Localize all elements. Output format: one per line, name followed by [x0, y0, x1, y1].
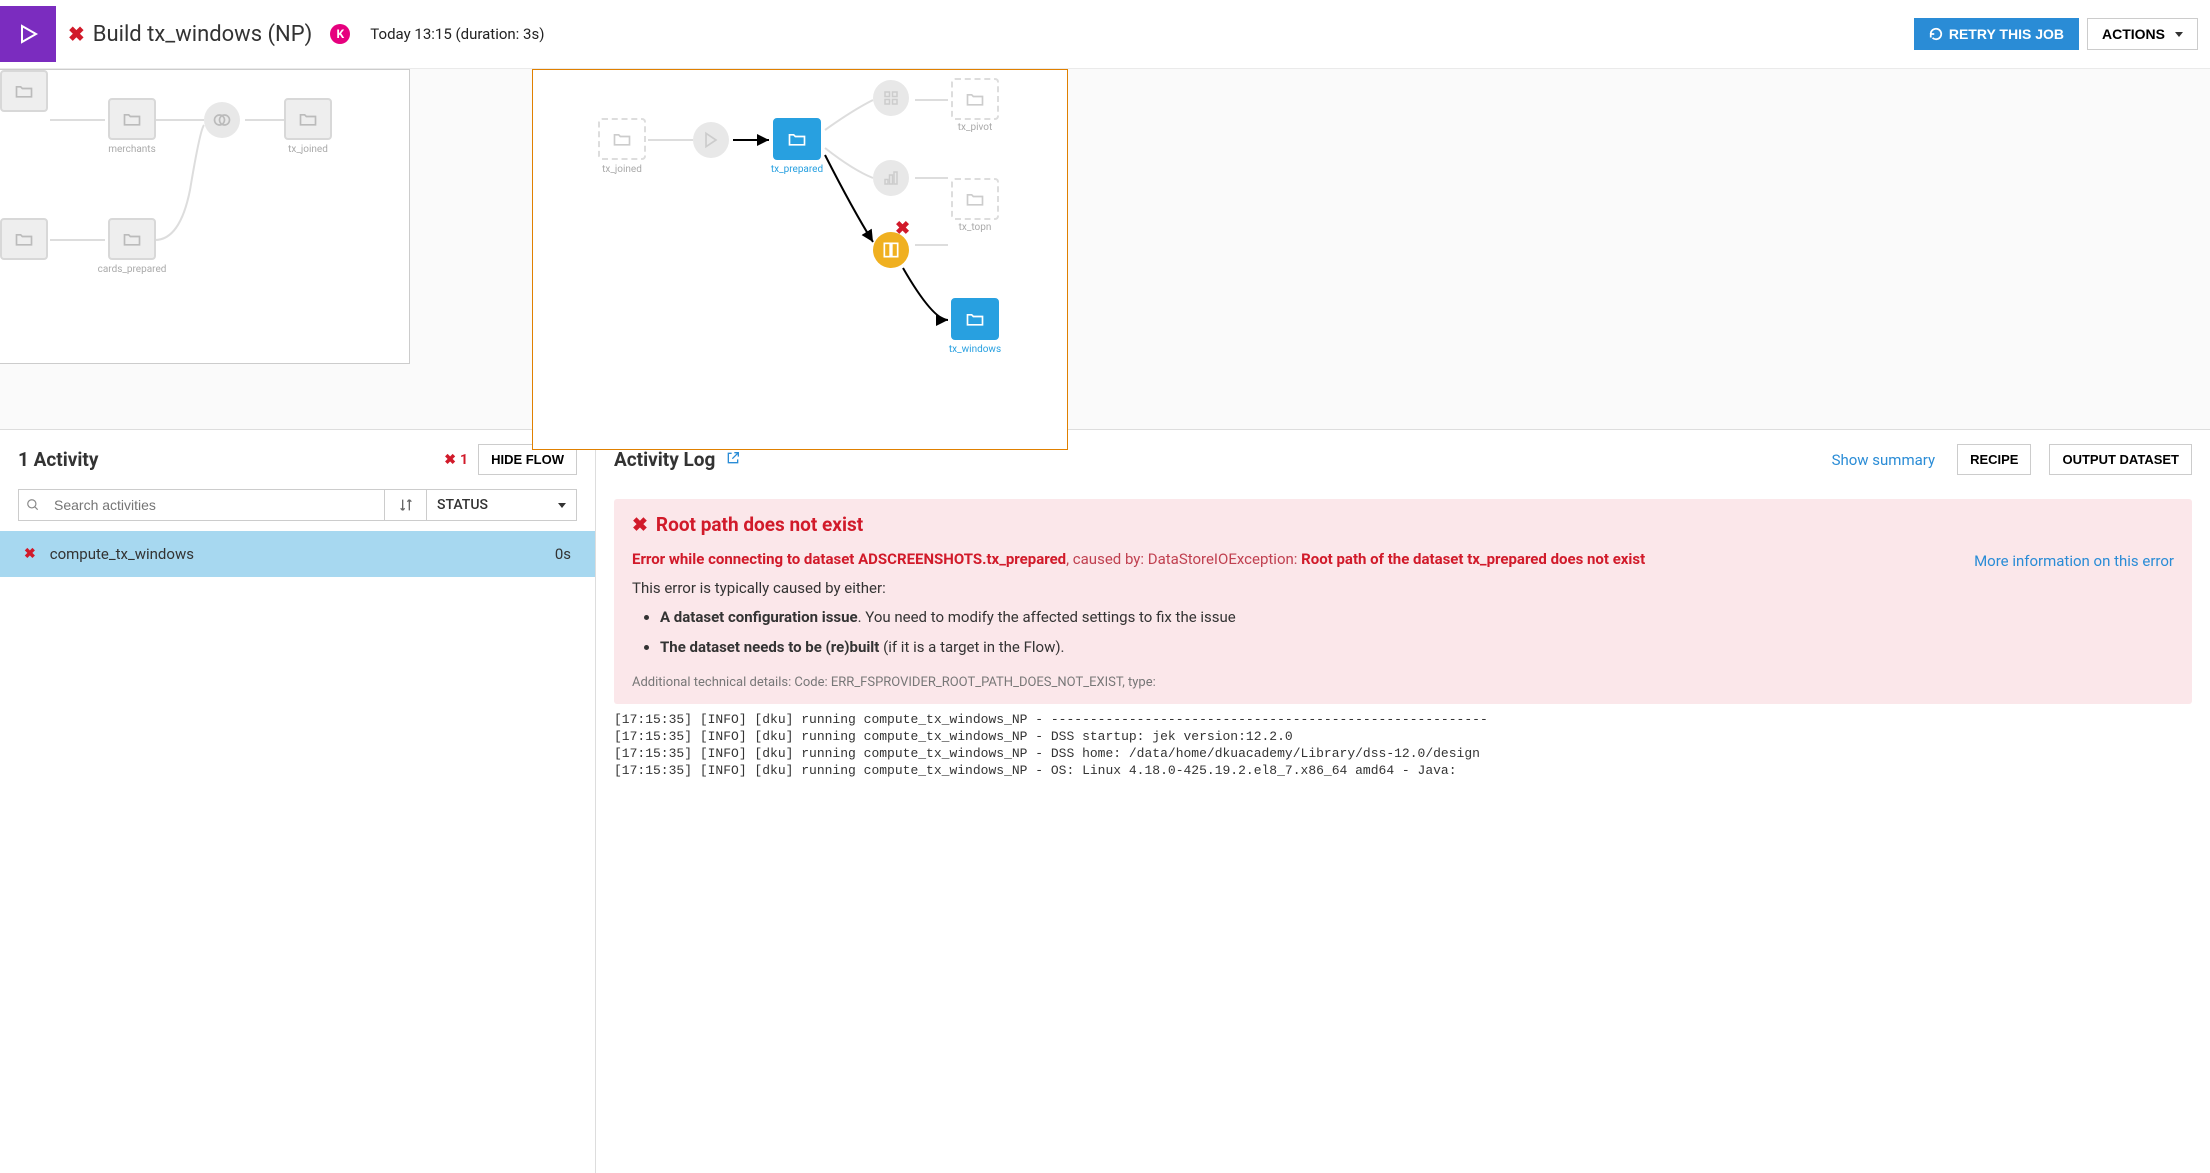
- error-badge-icon: ✖: [895, 218, 910, 239]
- flow-area: merchants tx_joined cards_prepared: [0, 69, 2210, 429]
- error-subtitle: Error while connecting to dataset ADSCRE…: [632, 548, 1954, 571]
- status-dropdown[interactable]: STATUS: [427, 489, 577, 521]
- refresh-icon: [1929, 27, 1943, 41]
- chevron-down-icon: [558, 503, 566, 508]
- flow-node[interactable]: [0, 218, 48, 260]
- bottom-panel: 1 Activity ✖ 1 HIDE FLOW STATUS: [0, 429, 2210, 1173]
- job-timestamp: Today 13:15 (duration: 3s): [370, 25, 544, 43]
- activity-row[interactable]: ✖ compute_tx_windows 0s: [0, 531, 595, 577]
- flow-node-tx-joined[interactable]: [284, 98, 332, 140]
- header-actions: RETRY THIS JOB ACTIONS: [1914, 18, 2198, 50]
- sort-button[interactable]: [385, 489, 427, 521]
- error-explanation: This error is typically caused by either…: [632, 577, 1954, 600]
- actions-dropdown[interactable]: ACTIONS: [2087, 18, 2198, 50]
- flow-node[interactable]: [951, 178, 999, 220]
- search-input[interactable]: [47, 490, 384, 520]
- external-link-icon[interactable]: [725, 450, 741, 470]
- search-activities[interactable]: [18, 489, 385, 521]
- flow-recipe-sort[interactable]: [873, 160, 909, 196]
- error-tech-details: Additional technical details: Code: ERR_…: [632, 675, 1954, 690]
- activities-panel: 1 Activity ✖ 1 HIDE FLOW STATUS: [0, 430, 596, 1173]
- flow-node-cards-prepared[interactable]: [108, 218, 156, 260]
- log-title: Activity Log: [614, 448, 715, 471]
- log-panel: Activity Log Show summary RECIPE OUTPUT …: [596, 430, 2210, 1173]
- flow-node-tx-prepared[interactable]: [773, 118, 821, 160]
- flow-node-merchants[interactable]: [108, 98, 156, 140]
- error-title: ✖ Root path does not exist: [632, 513, 2174, 536]
- avatar[interactable]: K: [330, 24, 350, 44]
- failed-icon: ✖: [68, 22, 85, 46]
- play-button[interactable]: [0, 6, 56, 62]
- log-output[interactable]: [17:15:35] [INFO] [dku] running compute_…: [596, 704, 2210, 788]
- search-icon: [19, 498, 47, 512]
- flow-node-tx-windows[interactable]: [951, 298, 999, 340]
- recipe-button[interactable]: RECIPE: [1957, 444, 2031, 475]
- activities-title: 1 Activity: [18, 448, 434, 471]
- top-bar: ✖ Build tx_windows (NP) K Today 13:15 (d…: [0, 0, 2210, 69]
- job-title-wrap: ✖ Build tx_windows (NP) K Today 13:15 (d…: [68, 22, 544, 47]
- flow-recipe-node[interactable]: [204, 102, 240, 138]
- chevron-down-icon: [2175, 32, 2183, 37]
- error-icon: ✖: [632, 513, 648, 536]
- activity-name: compute_tx_windows: [50, 545, 541, 563]
- flow-recipe-prepare[interactable]: [693, 122, 729, 158]
- activity-duration: 0s: [555, 545, 571, 563]
- flow-minimap[interactable]: merchants tx_joined cards_prepared: [0, 69, 410, 364]
- failed-count: ✖ 1: [444, 452, 468, 468]
- failed-icon: ✖: [444, 452, 456, 468]
- show-summary-link[interactable]: Show summary: [1832, 451, 1936, 469]
- error-causes-list: A dataset configuration issue. You need …: [660, 605, 1954, 659]
- flow-node-tx-joined[interactable]: [598, 118, 646, 160]
- retry-job-button[interactable]: RETRY THIS JOB: [1914, 18, 2079, 50]
- error-panel: ✖ Root path does not exist Error while c…: [614, 499, 2192, 704]
- flow-node[interactable]: [0, 70, 48, 112]
- output-dataset-button[interactable]: OUTPUT DATASET: [2049, 444, 2192, 475]
- flow-recipe-group[interactable]: [873, 80, 909, 116]
- more-info-link[interactable]: More information on this error: [1974, 548, 2174, 690]
- job-title: Build tx_windows (NP): [93, 22, 313, 47]
- flow-node-tx-pivot[interactable]: [951, 78, 999, 120]
- failed-icon: ✖: [24, 546, 36, 562]
- flow-main[interactable]: tx_joined tx_prepared tx_pivot tx_topn ✖: [532, 69, 1068, 450]
